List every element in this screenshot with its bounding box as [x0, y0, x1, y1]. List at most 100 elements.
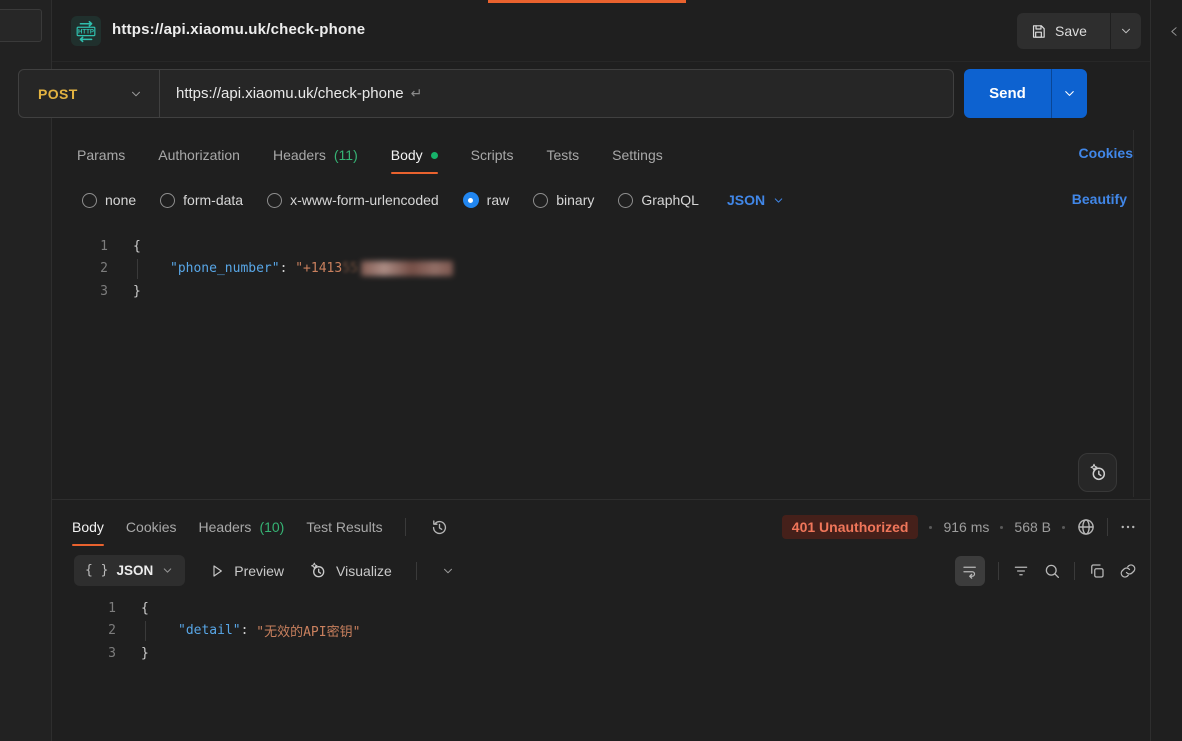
filter-icon — [1012, 562, 1030, 580]
json-separator: : — [280, 261, 296, 276]
tab-headers[interactable]: Headers (11) — [273, 135, 358, 175]
chevron-down-icon[interactable] — [441, 564, 455, 578]
response-tab-cookies[interactable]: Cookies — [126, 508, 177, 546]
response-tab-body[interactable]: Body — [72, 508, 104, 546]
preview-button[interactable]: Preview — [209, 563, 284, 579]
send-button[interactable]: Send — [964, 69, 1051, 118]
divider — [405, 518, 406, 536]
code-line: 2 "detail": "无效的API密钥" — [52, 620, 1132, 643]
response-tab-headers[interactable]: Headers (10) — [199, 508, 285, 546]
braces-icon: { } — [85, 563, 108, 578]
postbot-button[interactable] — [1078, 453, 1117, 492]
save-button[interactable]: Save — [1017, 13, 1110, 49]
radio-binary[interactable]: binary — [533, 192, 594, 208]
beautify-link[interactable]: Beautify — [1072, 191, 1127, 207]
radio-raw[interactable]: raw — [463, 192, 510, 208]
link-button[interactable] — [1119, 562, 1137, 580]
line-number: 2 — [52, 623, 116, 638]
code-line: 1 { — [52, 597, 1132, 620]
tab-label: Tests — [546, 147, 579, 163]
request-tabs: Params Authorization Headers (11) Body S… — [77, 135, 663, 175]
wrap-text-icon — [961, 562, 979, 580]
json-value-faded: 55 — [342, 261, 358, 276]
response-body-editor[interactable]: 1 { 2 "detail": "无效的API密钥" 3 } — [52, 597, 1132, 665]
response-history-icon[interactable] — [430, 518, 449, 537]
wrap-text-button[interactable] — [955, 556, 985, 586]
radio-label: raw — [487, 192, 510, 208]
divider — [1107, 518, 1108, 536]
response-view-icons — [955, 556, 1137, 586]
api-client-window: HTTP https://api.xiaomu.uk/check-phone S… — [0, 0, 1182, 741]
method-select[interactable]: POST — [19, 70, 159, 117]
divider — [998, 562, 999, 580]
radio-x-www-form-urlencoded[interactable]: x-www-form-urlencoded — [267, 192, 439, 208]
copy-icon — [1088, 562, 1106, 580]
tab-label: Cookies — [126, 519, 177, 535]
radio-circle — [267, 193, 282, 208]
tab-tests[interactable]: Tests — [546, 135, 579, 175]
raw-language-select[interactable]: JSON — [727, 192, 785, 208]
tab-scripts[interactable]: Scripts — [471, 135, 514, 175]
redacted-value-blur — [361, 261, 453, 276]
request-body-editor[interactable]: 1 { 2 "phone_number": "+141355 3 } — [52, 235, 1132, 303]
request-response-splitter[interactable] — [52, 499, 1150, 500]
preview-label: Preview — [234, 563, 284, 579]
send-options-dropdown[interactable] — [1051, 69, 1087, 118]
tab-params[interactable]: Params — [77, 135, 125, 175]
response-size[interactable]: 568 B — [1014, 519, 1051, 535]
line-number: 1 — [52, 601, 116, 616]
chevron-down-icon — [1119, 24, 1133, 38]
http-protocol-icon: HTTP — [71, 16, 101, 46]
open-brace: { — [141, 601, 149, 616]
radio-circle — [160, 193, 175, 208]
radio-circle — [618, 193, 633, 208]
radio-label: binary — [556, 192, 594, 208]
chevron-down-icon — [129, 87, 143, 101]
request-header-bar: HTTP https://api.xiaomu.uk/check-phone S… — [52, 3, 1150, 62]
response-time[interactable]: 916 ms — [943, 519, 989, 535]
json-value: "无效的API密钥" — [256, 621, 360, 640]
radio-circle — [533, 193, 548, 208]
code-line: 2 "phone_number": "+141355 — [52, 258, 1132, 281]
copy-button[interactable] — [1088, 562, 1106, 580]
request-title: https://api.xiaomu.uk/check-phone — [112, 21, 365, 38]
tab-label: Test Results — [306, 519, 382, 535]
tab-label: Scripts — [471, 147, 514, 163]
tab-authorization[interactable]: Authorization — [158, 135, 240, 175]
right-panel-divider — [1150, 0, 1151, 741]
request-url-bar: POST https://api.xiaomu.uk/check-phone ↵ — [18, 69, 954, 118]
indent-guide — [145, 621, 178, 641]
editor-scrollbar-track[interactable] — [1133, 130, 1134, 497]
radio-graphql[interactable]: GraphQL — [618, 192, 699, 208]
radio-form-data[interactable]: form-data — [160, 192, 243, 208]
sidebar-collapsed-item[interactable] — [0, 9, 42, 42]
headers-count: (11) — [334, 147, 358, 163]
line-number: 3 — [52, 646, 116, 661]
radio-circle — [82, 193, 97, 208]
cookies-link[interactable]: Cookies — [1079, 145, 1133, 161]
code-line: 3 } — [52, 642, 1132, 665]
play-icon — [209, 563, 225, 579]
format-label: JSON — [116, 563, 153, 578]
search-button[interactable] — [1043, 562, 1061, 580]
status-code-badge[interactable]: 401 Unauthorized — [782, 515, 919, 539]
dot-separator — [929, 526, 932, 529]
line-number: 3 — [52, 284, 108, 299]
response-tab-test-results[interactable]: Test Results — [306, 508, 382, 546]
response-format-select[interactable]: { } JSON — [74, 555, 185, 586]
save-options-dropdown[interactable] — [1110, 13, 1141, 49]
open-brace: { — [133, 239, 141, 254]
filter-button[interactable] — [1012, 562, 1030, 580]
tab-label: Body — [391, 147, 423, 163]
more-options-icon[interactable] — [1119, 518, 1137, 536]
globe-icon[interactable] — [1076, 517, 1096, 537]
close-brace: } — [141, 646, 149, 661]
visualize-button[interactable]: Visualize — [308, 561, 392, 580]
url-input[interactable]: https://api.xiaomu.uk/check-phone ↵ — [160, 85, 953, 102]
radio-none[interactable]: none — [82, 192, 136, 208]
tab-settings[interactable]: Settings — [612, 135, 663, 175]
tab-body[interactable]: Body — [391, 135, 438, 175]
collapse-panel-arrow-icon[interactable] — [1168, 25, 1181, 38]
tab-label: Body — [72, 519, 104, 535]
search-icon — [1043, 562, 1061, 580]
